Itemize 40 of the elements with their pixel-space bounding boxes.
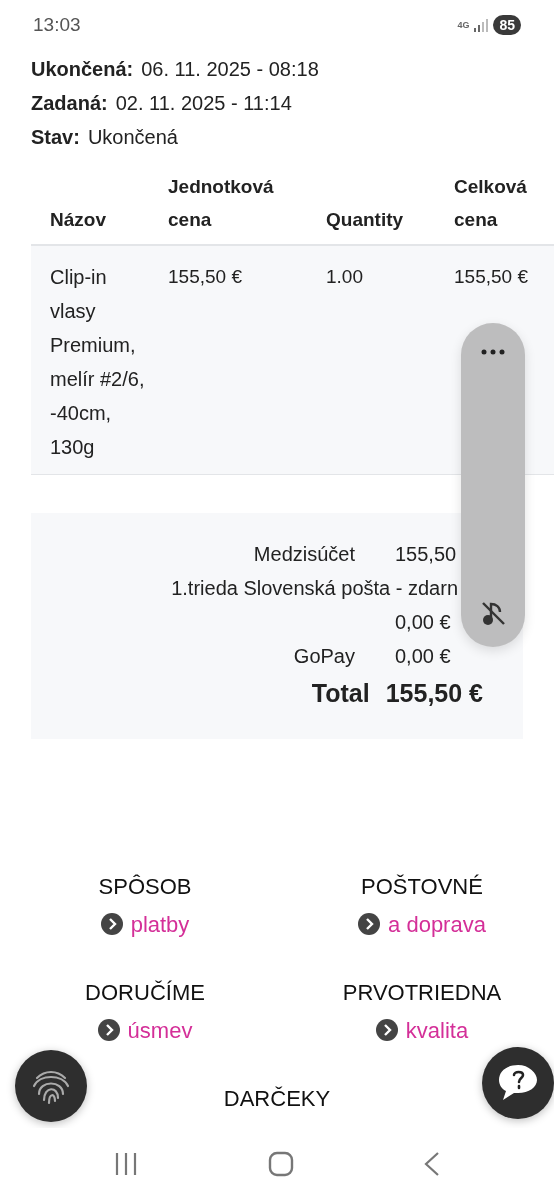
footer-heading: DARČEKY: [223, 1085, 331, 1113]
field-value: 02. 11. 2025 - 11:14: [115, 92, 292, 114]
help-chat-button[interactable]: [482, 1047, 554, 1119]
footer-heading: DORUČÍME: [85, 979, 205, 1007]
table-cell: Clip-in vlasy Premium, melír #2/6, -40cm, 130g: [31, 245, 153, 475]
footer-heading: PRVOTRIEDNA: [342, 979, 502, 1007]
footer-heading: SPÔSOB: [98, 873, 192, 901]
signal-icon: [473, 18, 490, 32]
table-cell: 1.00: [311, 245, 439, 475]
summary-value: 155,50: [394, 542, 458, 567]
footer-heading: POŠTOVNÉ: [361, 873, 483, 901]
footer-link[interactable]: úsmev: [97, 1018, 193, 1043]
summary-label: 1.trieda Slovenská pošta - zdarn: [170, 576, 459, 601]
network-type: 4G: [457, 20, 470, 30]
home-icon[interactable]: [268, 1151, 294, 1177]
field-value: 06. 11. 2025 - 08:18: [141, 58, 319, 80]
summary-value: 0,00 €: [394, 610, 452, 635]
field-label: Zadaná:: [31, 92, 108, 114]
mute-icon: [480, 600, 506, 626]
field-label: Stav:: [31, 126, 80, 148]
total-label: Total: [311, 679, 370, 707]
battery-level: 85: [493, 15, 521, 35]
footer-link[interactable]: kvalita: [375, 1018, 469, 1043]
table-cell: 155,50 €: [153, 245, 311, 475]
chevron-icon: [97, 1019, 120, 1041]
footer-link[interactable]: platby: [100, 912, 190, 937]
chevron-icon: [100, 913, 123, 935]
summary-label: Medzisúčet: [253, 542, 355, 567]
edge-panel-handle[interactable]: [461, 323, 525, 647]
field-value: Ukončená: [87, 126, 178, 148]
field-label: Ukončená:: [31, 58, 134, 80]
footer-link[interactable]: a doprava: [358, 912, 486, 937]
fingerprint-button[interactable]: [15, 1050, 87, 1122]
more-icon: [481, 349, 505, 355]
clock-time: 13:03: [33, 12, 81, 37]
chevron-icon: [375, 1019, 398, 1041]
summary-value: 0,00 €: [394, 644, 452, 669]
chevron-icon: [358, 913, 381, 935]
total-value: 155,50 €: [385, 678, 483, 709]
summary-label: GoPay: [293, 644, 355, 669]
